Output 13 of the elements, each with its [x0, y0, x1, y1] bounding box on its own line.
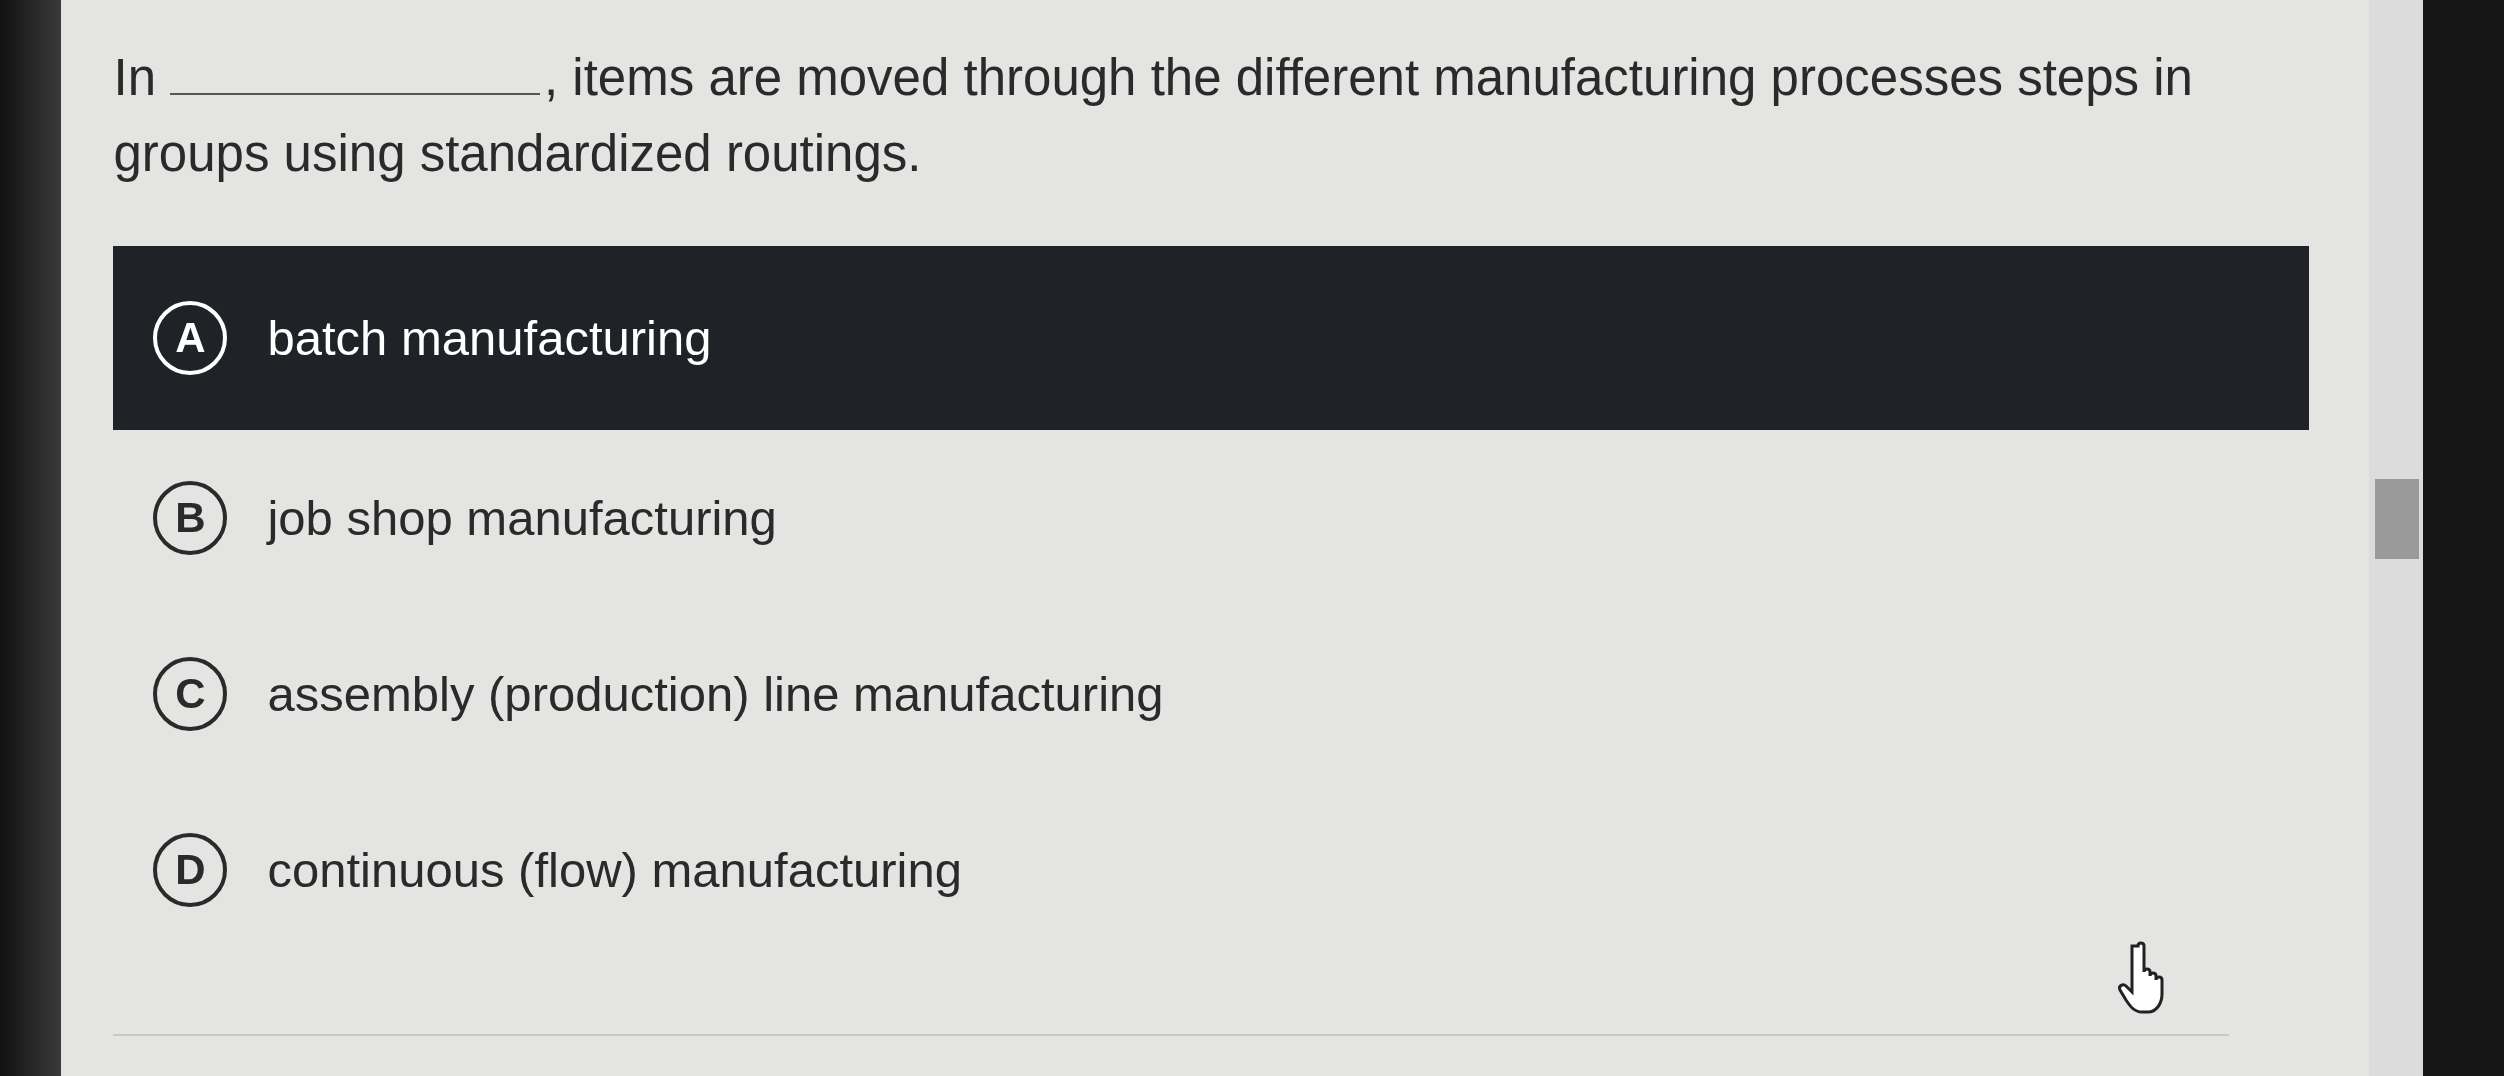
- option-letter: A: [153, 301, 228, 375]
- option-letter: D: [153, 833, 228, 907]
- scrollbar-thumb[interactable]: [2375, 479, 2420, 559]
- answer-option[interactable]: B job shop manufacturing: [113, 430, 2310, 606]
- answer-option[interactable]: C assembly (production) line manufacturing: [113, 606, 2310, 782]
- option-text: assembly (production) line manufacturing: [267, 666, 1164, 722]
- question-text: In , items are moved through the different manufacturing processes steps in groups using standardized routings.: [113, 48, 2194, 184]
- option-letter: B: [153, 481, 228, 555]
- option-letter: C: [153, 657, 228, 731]
- option-text: batch manufacturing: [267, 310, 712, 366]
- option-text: job shop manufacturing: [267, 490, 777, 546]
- answer-option[interactable]: A batch manufacturing: [113, 246, 2310, 430]
- option-text: continuous (flow) manufacturing: [267, 842, 962, 898]
